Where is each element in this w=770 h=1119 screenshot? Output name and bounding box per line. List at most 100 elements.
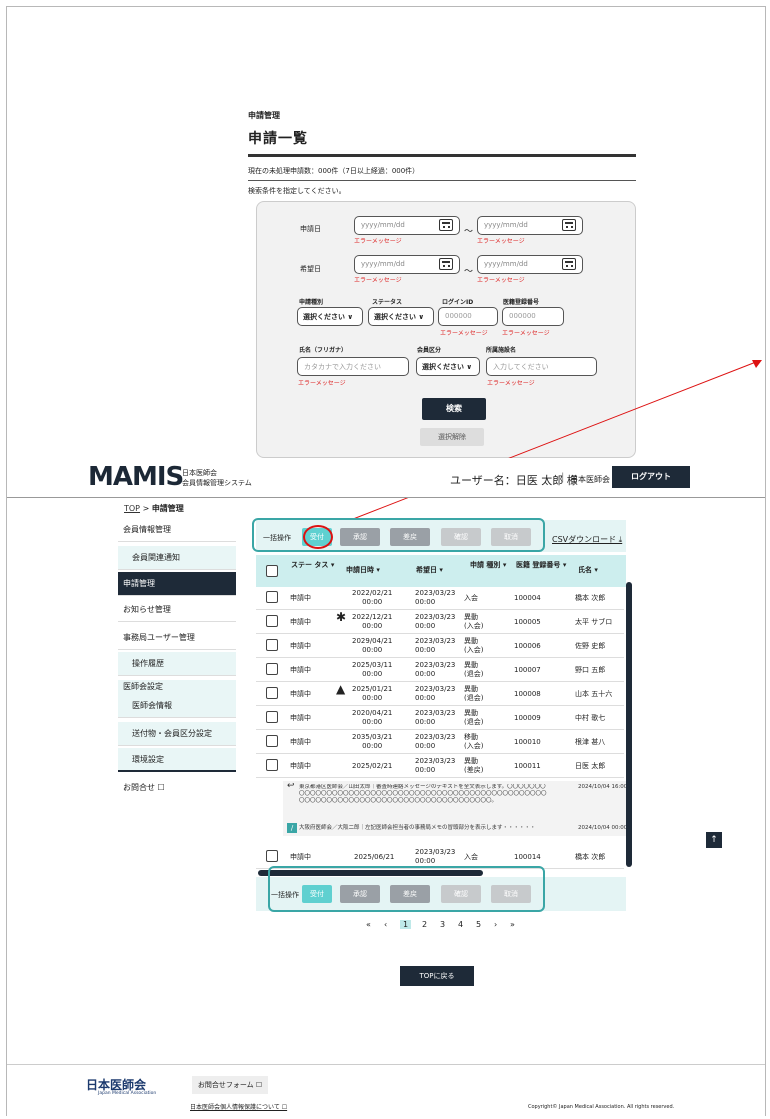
footer-logo-sub: Japan Medical Association [98,1091,157,1096]
status-cell: 申請中 [290,762,311,770]
pager-first[interactable]: « [366,920,371,929]
table-row[interactable]: 申請中 ▲ 2025/01/21 00:00 2023/03/23 00:00 異動 (… [256,682,624,706]
breadcrumb: TOP > 申請管理 [124,504,184,513]
reg-no-cell: 100010 [514,738,541,746]
table-row[interactable]: 申請中 2025/03/11 00:00 2023/03/23 00:00 異動 (退… [256,658,624,682]
row-checkbox[interactable] [266,711,278,723]
reg-no-cell: 100006 [514,642,541,650]
type-cell: 移動 (入会) [464,733,484,750]
table-row[interactable]: 申請中 2022/02/21 00:00 2023/03/23 00:00 入会 100… [256,586,624,610]
row-checkbox[interactable] [266,850,278,862]
col-reg-no[interactable]: 医籍 登録番号 ▾ [516,561,566,570]
reg-no-cell: 100004 [514,594,541,602]
row-checkbox[interactable] [266,663,278,675]
row-checkbox[interactable] [266,639,278,651]
name-cell: 中村 歌七 [575,714,606,722]
sidebar-item-news[interactable]: お知らせ管理 [118,598,236,622]
type-cell: 入会 [464,594,478,602]
reg-no-cell: 100008 [514,690,541,698]
col-name[interactable]: 氏名 ▾ [578,566,598,575]
privacy-link[interactable]: 日本医師会個人情報保護について ☐ [190,1102,287,1111]
sidebar-item-env[interactable]: 環境設定 [118,748,236,772]
row-checkbox[interactable] [266,735,278,747]
table-row[interactable]: 申請中 ✱ 2022/12/21 00:00 2023/03/23 00:00 異動 (… [256,610,624,634]
breadcrumb-top[interactable]: TOP [124,504,140,513]
applied-cell: 2029/04/21 00:00 [352,637,393,654]
user-name: ユーザー名：日医 太郎 様 [450,474,578,487]
name-cell: 佐野 史郎 [575,642,606,650]
row-checkbox[interactable] [266,591,278,603]
pager-page-2[interactable]: 2 [422,920,427,929]
app-logo[interactable]: MAMIS [88,462,184,492]
status-cell: 申請中 [290,594,311,602]
pager-page-4[interactable]: 4 [458,920,463,929]
separator: | [561,472,565,483]
row-checkbox[interactable] [266,759,278,771]
wish-cell: 2023/03/23 00:00 [415,685,456,702]
logout-button[interactable]: ログアウト [612,466,690,488]
col-type[interactable]: 申請 種別 ▾ [470,561,506,570]
select-all-checkbox[interactable] [266,565,278,577]
col-applied[interactable]: 申請日時 ▾ [346,566,380,575]
status-cell: 申請中 [290,738,311,746]
pager-prev[interactable]: ‹ [384,920,387,929]
reply-icon: ↩ [287,781,295,791]
status-cell: 申請中 [290,642,311,650]
applied-cell: 2025/03/11 00:00 [352,661,393,678]
pager-page-5[interactable]: 5 [476,920,481,929]
sidebar-item-notice[interactable]: 会員関連通知 [118,546,236,570]
name-cell: 野口 五郎 [575,666,606,674]
sidebar-item-applications[interactable]: 申請管理 [118,572,236,596]
type-cell: 異動 (退会) [464,709,484,726]
sidebar-group-settings: 医師会設定 [118,680,236,694]
name-cell: 日医 太郎 [575,762,606,770]
applied-cell: 2025/02/21 [352,762,393,770]
col-status[interactable]: ステー タス ▾ [291,561,334,570]
pager-last[interactable]: » [510,920,515,929]
status-cell: 申請中 [290,618,311,626]
message-memo: ↩ 東京都港区医師会／山田太郎｜審査時連絡メッセージのテキストを全文表示します。… [283,781,628,836]
row-checkbox[interactable] [266,615,278,627]
reg-no-cell: 100005 [514,618,541,626]
sidebar-item-history[interactable]: 操作履歴 [118,652,236,676]
wish-cell: 2023/03/23 00:00 [415,589,456,606]
sidebar-item-shipping[interactable]: 送付物・会員区分設定 [118,722,236,746]
sidebar-item-staff[interactable]: 事務局ユーザー管理 [118,626,236,650]
logo-subtitle: 日本医師会 会員情報管理システム [182,469,252,487]
col-wish[interactable]: 希望日 ▾ [416,566,443,575]
highlight-circle [303,525,333,549]
type-cell: 異動 (退会) [464,661,484,678]
sidebar-item-assoc-info[interactable]: 医師会情報 [118,694,236,718]
applied-cell: 2025/01/21 00:00 [352,685,393,702]
asterisk-icon: ✱ [336,610,347,624]
pager-next[interactable]: › [494,920,497,929]
csv-download-link[interactable]: CSVダウンロード ⤓ [552,534,622,545]
pager-page-1[interactable]: 1 [400,920,412,929]
name-cell: 太平 サブロ [575,618,613,626]
contact-form-button[interactable]: お問合せフォーム ☐ [192,1076,268,1094]
vertical-scrollbar[interactable] [626,582,632,867]
applied-cell: 2020/04/21 00:00 [352,709,393,726]
wish-cell: 2023/03/23 00:00 [415,613,456,630]
applied-cell: 2035/03/21 00:00 [352,733,393,750]
row-checkbox[interactable] [266,687,278,699]
table-row[interactable]: 申請中 2025/02/21 2023/03/23 00:00 異動 (差戻) 1000… [256,754,624,778]
wish-cell: 2023/03/23 00:00 [415,733,456,750]
wish-cell: 2023/03/23 00:00 [415,709,456,726]
scroll-top-icon[interactable]: ↑ [706,832,722,848]
back-to-top-button[interactable]: TOPに戻る [400,966,474,986]
reg-no-cell: 100011 [514,762,541,770]
sidebar-item-member[interactable]: 会員情報管理 [118,518,236,542]
sidebar-item-contact[interactable]: お問合せ ☐ [118,776,236,800]
wish-cell: 2023/03/23 00:00 [415,661,456,678]
type-cell: 異動 (入会) [464,613,484,630]
table-row[interactable]: 申請中 2029/04/21 00:00 2023/03/23 00:00 異動 (入… [256,634,624,658]
name-cell: 根津 甚八 [575,738,606,746]
type-cell: 異動 (入会) [464,637,484,654]
pager-page-3[interactable]: 3 [440,920,445,929]
status-cell: 申請中 [290,666,311,674]
table-row[interactable]: 申請中 2020/04/21 00:00 2023/03/23 00:00 異動 (退… [256,706,624,730]
table-row[interactable]: 申請中 2035/03/21 00:00 2023/03/23 00:00 移動 (入… [256,730,624,754]
type-cell: 異動 (差戻) [464,757,484,774]
applied-cell: 2022/12/21 00:00 [352,613,393,630]
